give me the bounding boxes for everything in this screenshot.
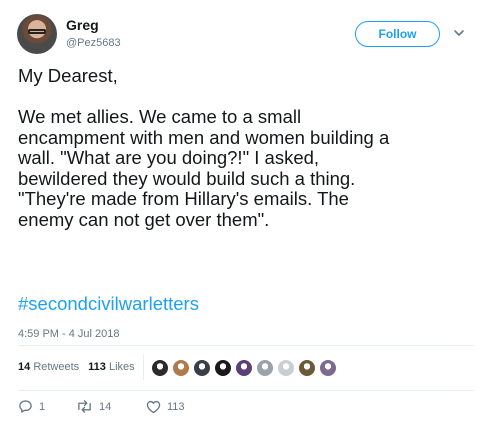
reply-icon[interactable] [18,399,33,414]
retweets-stat[interactable]: 14 Retweets [18,361,79,373]
liker-avatar[interactable] [172,359,190,377]
tweet-stats: 14 Retweets 113 Likes [18,361,135,373]
author-handle[interactable]: @Pez5683 [66,37,121,49]
chevron-down-icon[interactable] [452,26,466,40]
tweet-text: My Dearest, We met allies. We came to a … [18,65,390,230]
liker-avatar[interactable] [256,359,274,377]
divider [18,390,474,391]
liker-avatars [151,359,337,377]
liker-avatar[interactable] [298,359,316,377]
reply-count: 1 [39,400,46,413]
liker-avatar[interactable] [151,359,169,377]
like-count: 113 [167,400,185,413]
likes-count: 113 [88,361,106,373]
like-action[interactable]: 113 [146,400,185,414]
retweet-action[interactable]: 14 [76,399,146,414]
avatar[interactable] [17,14,57,54]
tweet-actions: 1 14 113 [18,399,185,414]
liker-avatar[interactable] [319,359,337,377]
divider [18,345,474,346]
retweets-count: 14 [18,361,31,373]
hashtag-link[interactable]: #secondcivilwarletters [18,293,199,315]
likes-stat[interactable]: 113 Likes [88,361,135,373]
author-name[interactable]: Greg [66,17,99,33]
retweets-label: Retweets [33,361,80,373]
retweet-count: 14 [99,400,112,413]
liker-avatar[interactable] [193,359,211,377]
liker-avatar[interactable] [277,359,295,377]
stats-separator [143,355,144,380]
liker-avatar[interactable] [235,359,253,377]
liker-avatar[interactable] [214,359,232,377]
retweet-icon[interactable] [76,399,93,414]
likes-label: Likes [108,361,135,373]
heart-icon[interactable] [146,400,161,414]
follow-button[interactable]: Follow [355,21,440,47]
tweet-timestamp[interactable]: 4:59 PM - 4 Jul 2018 [18,328,120,340]
reply-action[interactable]: 1 [18,399,76,414]
tweet-card: Greg @Pez5683 Follow My Dearest, We met … [0,0,489,425]
